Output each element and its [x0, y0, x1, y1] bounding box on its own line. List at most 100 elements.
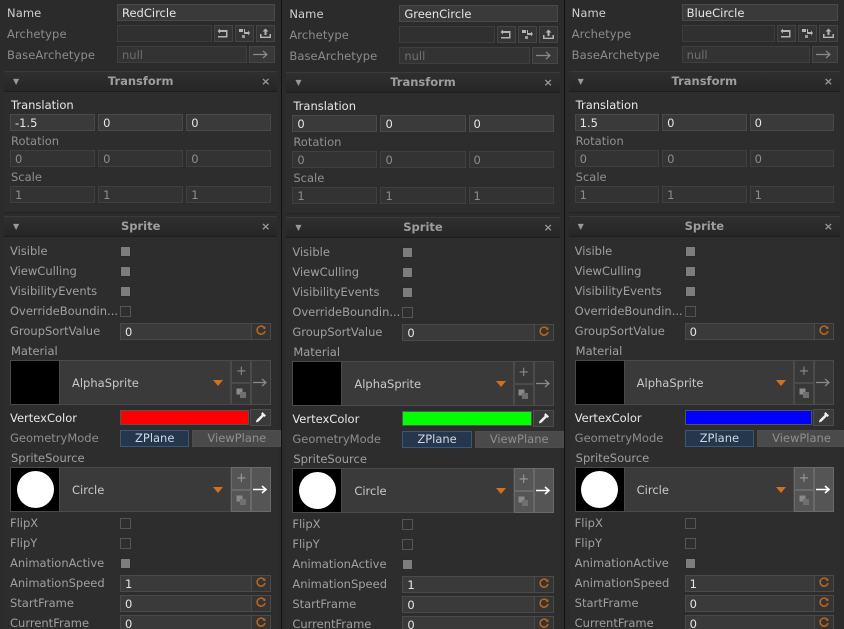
groupsortvalue-input[interactable]: 0 — [684, 322, 814, 340]
name-input[interactable]: RedCircle — [117, 4, 276, 21]
vertexcolor-swatch[interactable] — [684, 410, 812, 425]
close-icon[interactable]: × — [261, 72, 270, 91]
reset-startframe-icon[interactable] — [533, 595, 554, 613]
scale-y[interactable]: 1 — [98, 186, 184, 203]
scale-x[interactable]: 1 — [292, 187, 378, 204]
translation-z[interactable]: 0 — [468, 115, 554, 132]
flipx-checkbox[interactable] — [684, 517, 696, 529]
material-asset-picker[interactable]: AlphaSprite + — [10, 360, 272, 405]
sprite-section-header[interactable]: ▼ Sprite × — [4, 216, 278, 237]
transform-section-header[interactable]: ▼ Transform × — [286, 72, 560, 93]
add-spritesource-button[interactable]: + — [513, 468, 534, 491]
base-archetype-input[interactable]: null — [399, 47, 530, 64]
flipy-checkbox[interactable] — [120, 537, 131, 549]
duplicate-material-icon[interactable] — [513, 383, 534, 406]
rotation-x[interactable]: 0 — [10, 150, 96, 167]
eyedropper-icon[interactable] — [813, 409, 834, 426]
rotation-y[interactable]: 0 — [380, 151, 466, 168]
vertexcolor-swatch[interactable] — [402, 411, 532, 426]
goto-base-archetype-icon[interactable] — [249, 46, 276, 63]
reset-groupsortvalue-icon[interactable] — [533, 323, 554, 341]
close-icon[interactable]: × — [543, 73, 552, 92]
collapse-caret-icon[interactable]: ▼ — [13, 72, 19, 91]
close-icon[interactable]: × — [543, 218, 552, 237]
sprite-section-header[interactable]: ▼ Sprite × — [568, 216, 840, 237]
animationactive-checkbox[interactable] — [684, 557, 696, 569]
archetype-input[interactable] — [117, 25, 213, 42]
apply-archetype-icon[interactable] — [235, 25, 255, 42]
spritesource-asset-picker[interactable]: Circle + — [10, 467, 272, 512]
groupsortvalue-input[interactable]: 0 — [402, 323, 534, 341]
scale-z[interactable]: 1 — [749, 186, 835, 203]
visibilityevents-checkbox[interactable] — [402, 286, 414, 298]
flipy-checkbox[interactable] — [684, 537, 696, 549]
collapse-caret-icon[interactable]: ▼ — [578, 217, 584, 236]
scale-z[interactable]: 1 — [468, 187, 554, 204]
material-name[interactable]: AlphaSprite — [624, 360, 794, 405]
rotation-z[interactable]: 0 — [186, 150, 272, 167]
currentframe-input[interactable]: 0 — [402, 615, 534, 629]
spritesource-asset-picker[interactable]: Circle + — [574, 467, 834, 512]
reset-currentframe-icon[interactable] — [814, 614, 834, 629]
eyedropper-icon[interactable] — [532, 410, 554, 427]
geometrymode-zplane-button[interactable]: ZPlane — [684, 429, 755, 447]
add-material-button[interactable]: + — [794, 360, 814, 383]
revert-archetype-icon[interactable] — [777, 25, 796, 42]
spritesource-name[interactable]: Circle — [60, 467, 232, 512]
scale-x[interactable]: 1 — [10, 186, 96, 203]
reset-startframe-icon[interactable] — [251, 594, 272, 612]
startframe-input[interactable]: 0 — [684, 594, 814, 612]
duplicate-spritesource-icon[interactable] — [513, 490, 534, 513]
name-input[interactable]: GreenCircle — [399, 5, 558, 22]
animationspeed-input[interactable]: 1 — [402, 575, 534, 593]
dropdown-caret-icon[interactable] — [213, 486, 224, 493]
reset-currentframe-icon[interactable] — [533, 615, 554, 629]
goto-material-icon[interactable] — [251, 360, 272, 405]
geometrymode-viewplane-button[interactable]: ViewPlane — [474, 430, 564, 448]
flipy-checkbox[interactable] — [402, 538, 414, 550]
groupsortvalue-input[interactable]: 0 — [120, 322, 252, 340]
translation-x[interactable]: -1.5 — [10, 114, 96, 131]
goto-material-icon[interactable] — [533, 361, 554, 406]
rotation-x[interactable]: 0 — [292, 151, 378, 168]
close-icon[interactable]: × — [824, 217, 833, 236]
archetype-input[interactable] — [399, 26, 495, 43]
apply-archetype-icon[interactable] — [798, 25, 817, 42]
material-asset-picker[interactable]: AlphaSprite + — [292, 361, 554, 406]
spritesource-name[interactable]: Circle — [342, 468, 514, 513]
goto-base-archetype-icon[interactable] — [531, 47, 558, 64]
spritesource-asset-picker[interactable]: Circle + — [292, 468, 554, 513]
reset-currentframe-icon[interactable] — [251, 614, 272, 629]
archetype-input[interactable] — [681, 25, 775, 42]
viewculling-checkbox[interactable] — [402, 266, 414, 278]
startframe-input[interactable]: 0 — [120, 594, 252, 612]
duplicate-material-icon[interactable] — [794, 382, 814, 405]
close-icon[interactable]: × — [261, 217, 270, 236]
rotation-x[interactable]: 0 — [574, 150, 660, 167]
translation-z[interactable]: 0 — [749, 114, 835, 131]
geometrymode-viewplane-button[interactable]: ViewPlane — [757, 429, 844, 447]
animationactive-checkbox[interactable] — [120, 557, 131, 569]
reset-animationspeed-icon[interactable] — [533, 575, 554, 593]
upload-archetype-icon[interactable] — [819, 25, 838, 42]
sprite-section-header[interactable]: ▼ Sprite × — [286, 217, 560, 238]
goto-base-archetype-icon[interactable] — [812, 46, 838, 63]
spritesource-name[interactable]: Circle — [624, 467, 794, 512]
name-input[interactable]: BlueCircle — [681, 4, 838, 21]
reset-groupsortvalue-icon[interactable] — [251, 322, 272, 340]
geometrymode-viewplane-button[interactable]: ViewPlane — [192, 429, 282, 447]
rotation-y[interactable]: 0 — [662, 150, 747, 167]
upload-archetype-icon[interactable] — [538, 26, 558, 43]
visibilityevents-checkbox[interactable] — [120, 285, 131, 297]
rotation-y[interactable]: 0 — [98, 150, 184, 167]
add-spritesource-button[interactable]: + — [794, 467, 814, 490]
material-asset-picker[interactable]: AlphaSprite + — [574, 360, 834, 405]
translation-z[interactable]: 0 — [186, 114, 272, 131]
material-name[interactable]: AlphaSprite — [342, 361, 514, 406]
upload-archetype-icon[interactable] — [256, 25, 276, 42]
duplicate-spritesource-icon[interactable] — [794, 489, 814, 512]
translation-y[interactable]: 0 — [380, 115, 466, 132]
currentframe-input[interactable]: 0 — [684, 614, 814, 629]
flipx-checkbox[interactable] — [120, 517, 131, 529]
dropdown-caret-icon[interactable] — [213, 379, 224, 386]
